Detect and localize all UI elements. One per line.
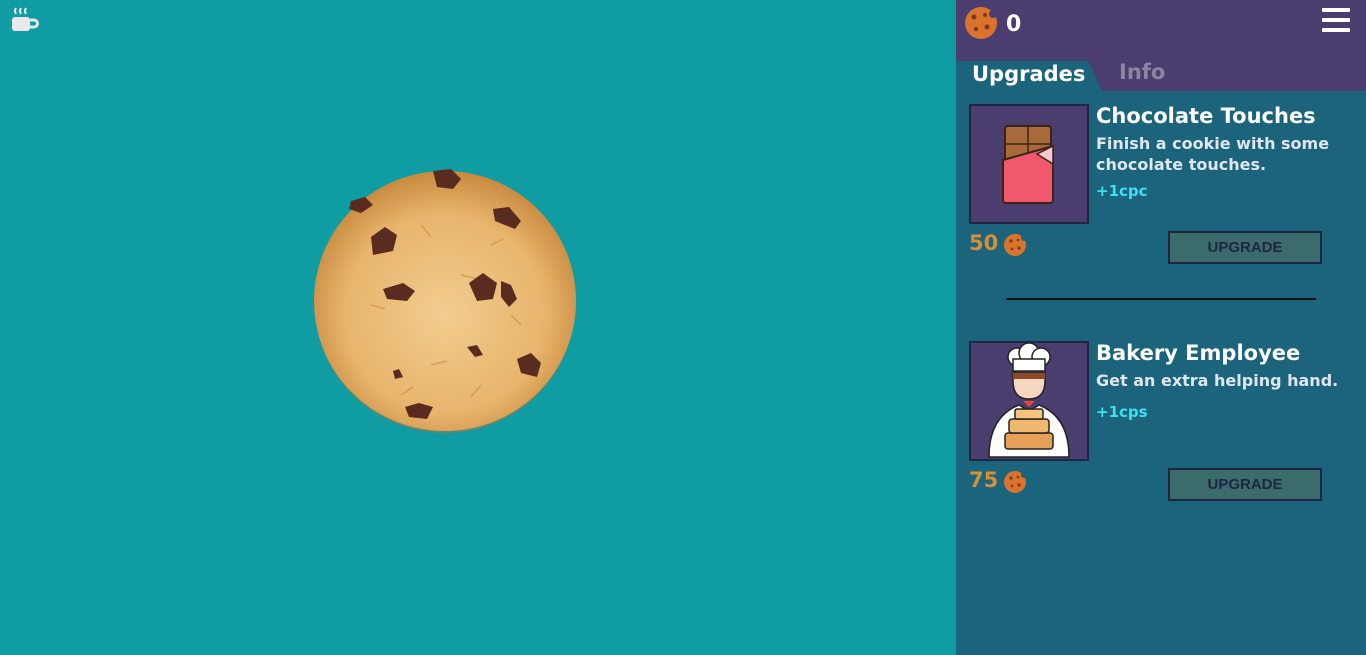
divider <box>1006 298 1316 300</box>
upgrade-price: 75 <box>969 468 999 492</box>
upgrade-description: Get an extra helping hand. <box>1096 371 1339 390</box>
tab-info[interactable]: Info <box>1119 60 1165 84</box>
menu-icon[interactable] <box>1322 8 1350 34</box>
upgrade-effect: +1cpc <box>1096 182 1148 200</box>
upgrade-price: 50 <box>969 231 999 255</box>
cookie-count: 0 <box>1006 12 1022 37</box>
upgrade-thumbnail <box>969 341 1089 461</box>
big-cookie[interactable] <box>311 165 579 437</box>
upgrade-panel: 0 Upgrades Info Chocolate Touches Finish… <box>956 0 1366 655</box>
upgrade-button[interactable]: UPGRADE <box>1168 231 1322 264</box>
upgrade-button[interactable]: UPGRADE <box>1168 468 1322 501</box>
tab-upgrades-label[interactable]: Upgrades <box>972 62 1085 86</box>
cookie-icon <box>1004 471 1027 493</box>
cookie-icon <box>1004 234 1027 256</box>
cookie-icon <box>965 7 997 39</box>
coffee-icon[interactable] <box>10 6 40 34</box>
baker-icon <box>988 343 1070 458</box>
upgrade-thumbnail <box>969 104 1089 224</box>
upgrade-title: Chocolate Touches <box>1096 104 1316 128</box>
upgrade-description: Finish a cookie with some chocolate touc… <box>1096 134 1330 174</box>
chocolate-bar-icon <box>1002 125 1054 204</box>
upgrade-title: Bakery Employee <box>1096 341 1301 365</box>
upgrade-effect: +1cps <box>1096 403 1148 421</box>
